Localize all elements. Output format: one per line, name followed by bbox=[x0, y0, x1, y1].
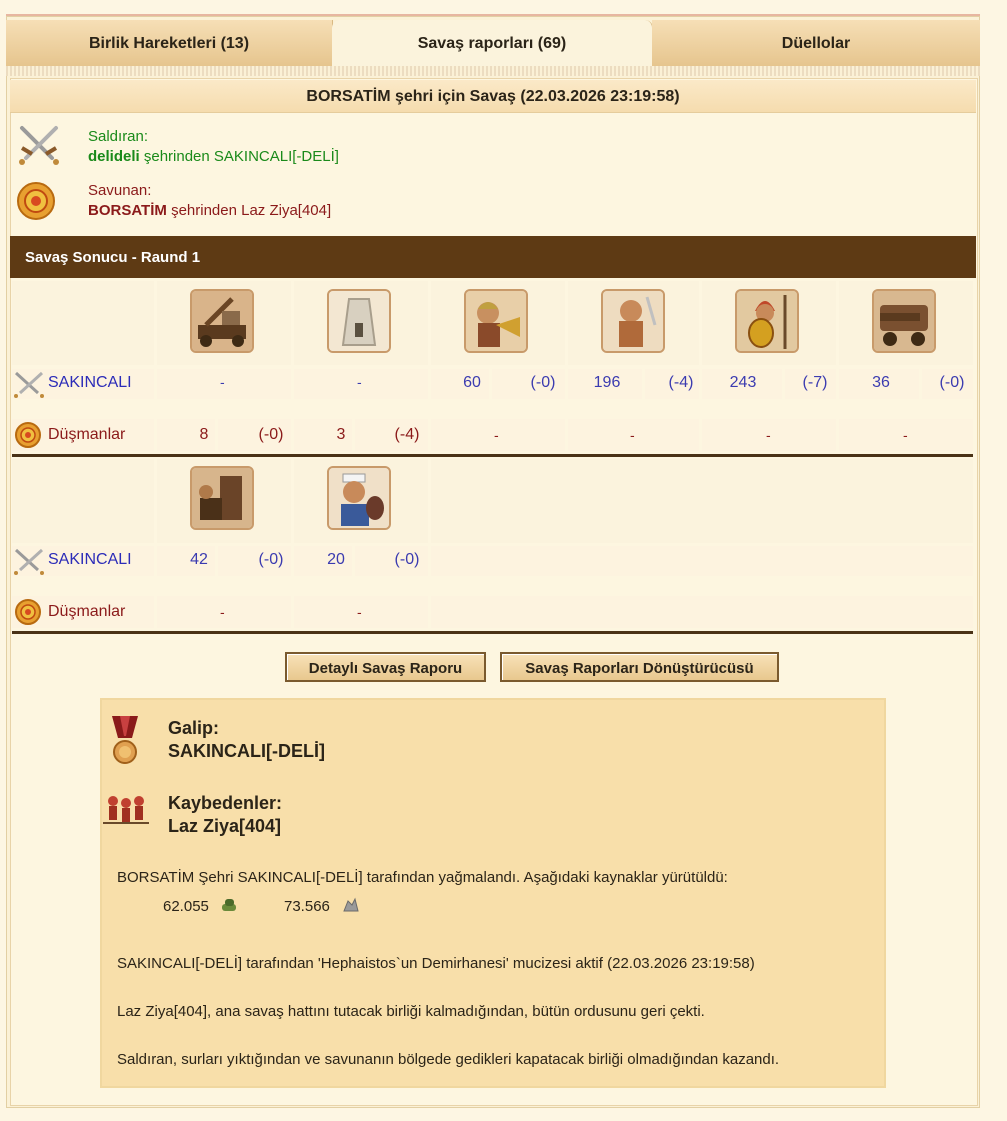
crossed-swords-icon bbox=[16, 124, 62, 166]
report-converter-button[interactable]: Savaş Raporları Dönüştürücüsü bbox=[500, 652, 779, 682]
siege-tower-unit-icon[interactable] bbox=[190, 466, 254, 530]
medal-icon bbox=[110, 716, 140, 766]
attacker-value: 243 bbox=[729, 374, 757, 391]
enemy-row-label: Düşmanlar bbox=[48, 603, 126, 620]
stone-icon bbox=[342, 897, 360, 913]
resource-wood-value: 62.055 bbox=[163, 898, 209, 915]
retreat-text: Laz Ziya[404], ana savaş hattını tutacak… bbox=[117, 1003, 705, 1020]
defender-label: Savunan: bbox=[88, 182, 152, 199]
attacker-value: 60 bbox=[463, 374, 481, 391]
empty-cell bbox=[431, 459, 973, 543]
report-title: BORSATİM şehri için Savaş (22.03.2026 23… bbox=[10, 80, 976, 113]
attacker-value: - bbox=[220, 374, 225, 390]
defender-line: BORSATİM şehrinden Laz Ziya[404] bbox=[88, 202, 331, 219]
tab-separator bbox=[6, 66, 980, 76]
round-result-header: Savaş Sonucu - Raund 1 bbox=[10, 236, 976, 278]
winner-name[interactable]: SAKINCALI[-DELİ] bbox=[168, 741, 325, 762]
attacker-city-link[interactable]: delideli bbox=[88, 148, 140, 165]
winner-label: Galip: bbox=[168, 718, 220, 738]
plunder-text: BORSATİM Şehri SAKINCALI[-DELİ] tarafınd… bbox=[117, 869, 728, 886]
victory-text: Saldıran, surları yıktığından ve savunan… bbox=[117, 1051, 780, 1068]
crossed-swords-icon bbox=[12, 369, 46, 399]
attacker-row-label[interactable]: SAKINCALI bbox=[48, 551, 132, 569]
swordsman-unit-icon[interactable] bbox=[601, 289, 665, 353]
table-divider bbox=[12, 454, 973, 457]
losers-label: Kaybedenler: bbox=[168, 793, 283, 813]
enemy-value: - bbox=[220, 604, 225, 620]
enemy-value: - bbox=[766, 427, 771, 443]
attacker-value: 42 bbox=[190, 551, 208, 568]
detailed-report-button[interactable]: Detaylı Savaş Raporu bbox=[285, 652, 486, 682]
shield-icon bbox=[14, 598, 42, 626]
enemy-value: - bbox=[494, 427, 499, 443]
enemy-row-label: Düşmanlar bbox=[48, 426, 126, 443]
resource-stone-value: 73.566 bbox=[284, 898, 330, 915]
corner-cell bbox=[12, 281, 154, 365]
empty-cell bbox=[431, 596, 973, 628]
tab-bar: Birlik Hareketleri (13) Savaş raporları … bbox=[6, 20, 980, 66]
shield-icon bbox=[16, 181, 56, 221]
trumpeter-unit-icon[interactable] bbox=[464, 289, 528, 353]
chef-unit-icon[interactable] bbox=[327, 466, 391, 530]
shield-icon bbox=[14, 421, 42, 449]
enemy-loss: (-4) bbox=[394, 426, 420, 443]
enemy-value: - bbox=[630, 427, 635, 443]
attacker-label: Saldıran: bbox=[88, 128, 149, 145]
hoplite-unit-icon[interactable] bbox=[735, 289, 799, 353]
corner-cell bbox=[12, 459, 154, 543]
enemy-value: - bbox=[357, 604, 362, 620]
defender-city-link[interactable]: BORSATİM bbox=[88, 202, 167, 219]
attacker-loss: (-0) bbox=[258, 551, 284, 568]
wall-tower-unit-icon[interactable] bbox=[327, 289, 391, 353]
attacker-player-text[interactable]: şehrinden SAKINCALI[-DELİ] bbox=[144, 148, 339, 165]
attacker-value: 36 bbox=[872, 374, 890, 391]
catapult-unit-icon[interactable] bbox=[190, 289, 254, 353]
attacker-loss: (-4) bbox=[668, 374, 694, 391]
attacker-row-label[interactable]: SAKINCALI bbox=[48, 374, 132, 392]
wonder-text: SAKINCALI[-DELİ] tarafından 'Hephaistos`… bbox=[117, 955, 755, 972]
attacker-value: 196 bbox=[593, 374, 621, 391]
attacker-value: 20 bbox=[327, 551, 345, 568]
ram-unit-icon[interactable] bbox=[872, 289, 936, 353]
empty-cell bbox=[431, 546, 973, 576]
enemy-loss: (-0) bbox=[258, 426, 284, 443]
wood-icon bbox=[220, 896, 238, 914]
tab-battle-reports[interactable]: Savaş raporları (69) bbox=[332, 20, 653, 66]
enemy-value: - bbox=[903, 427, 908, 443]
crossed-swords-icon bbox=[12, 546, 46, 576]
enemy-value: 8 bbox=[199, 426, 209, 443]
attacker-loss: (-0) bbox=[939, 374, 965, 391]
table-divider bbox=[12, 631, 973, 634]
attacker-loss: (-0) bbox=[530, 374, 556, 391]
attacker-line: delideli şehrinden SAKINCALI[-DELİ] bbox=[88, 148, 339, 165]
defender-player-text[interactable]: şehrinden Laz Ziya[404] bbox=[171, 202, 331, 219]
tab-unit-movements[interactable]: Birlik Hareketleri (13) bbox=[6, 20, 333, 66]
fallen-soldiers-icon bbox=[103, 793, 149, 829]
tab-duels[interactable]: Düellolar bbox=[652, 20, 980, 66]
attacker-loss: (-7) bbox=[802, 374, 828, 391]
loser-name[interactable]: Laz Ziya[404] bbox=[168, 816, 281, 837]
attacker-value: - bbox=[357, 374, 362, 390]
attacker-loss: (-0) bbox=[394, 551, 420, 568]
enemy-value: 3 bbox=[336, 426, 346, 443]
